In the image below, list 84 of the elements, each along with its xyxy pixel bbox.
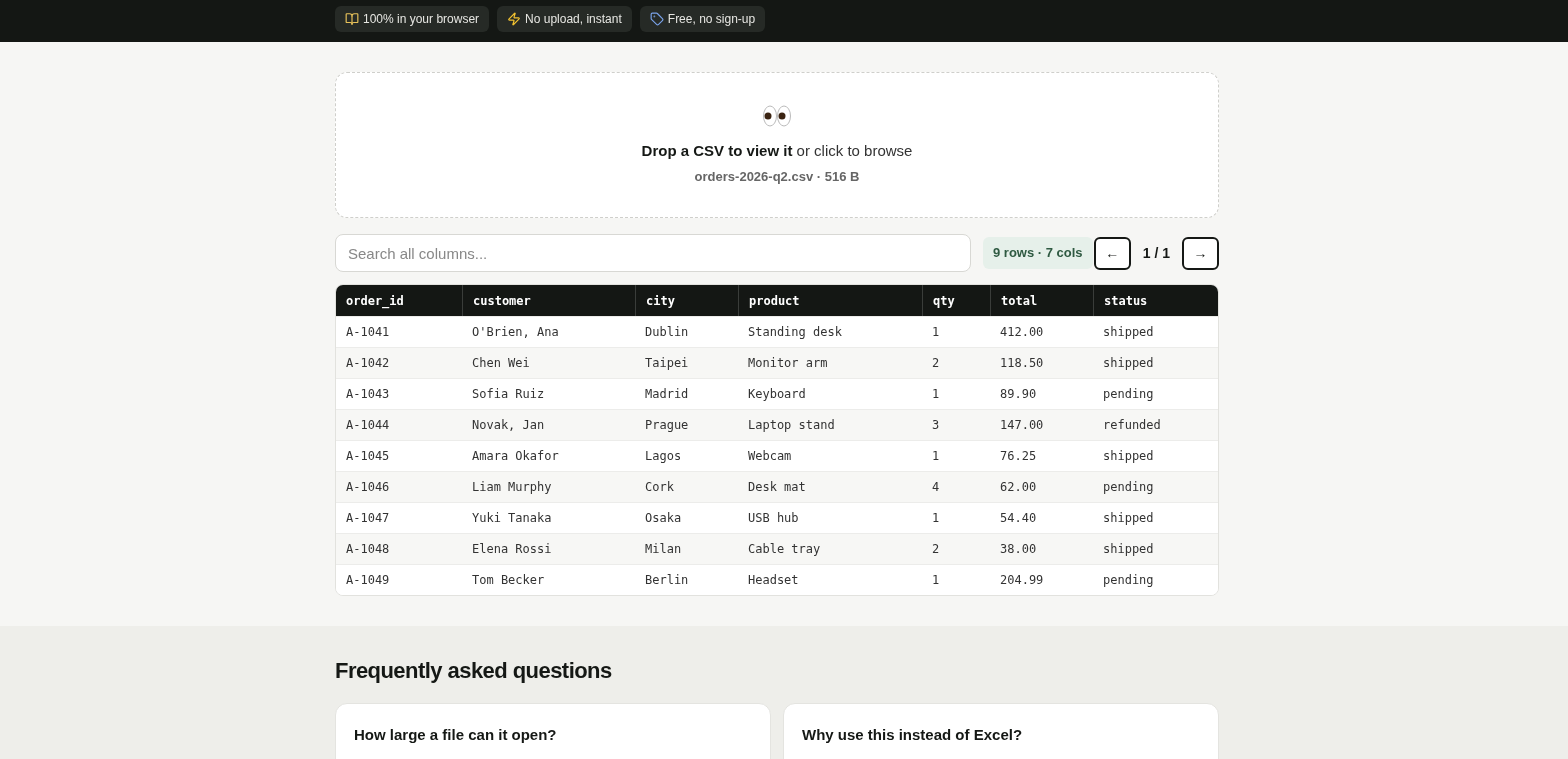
table-cell-text: refunded [1102,417,1162,434]
table-cell-text: A-1049 [345,572,391,589]
table-cell-text: Prague [644,417,690,434]
page-indicator: 1 / 1 [1142,243,1170,263]
table-cell-text: 4 [931,479,941,496]
feature-badge: 100% in your browser [335,6,490,32]
table-cell-text: Madrid [644,386,690,403]
table-cell-text: A-1045 [345,448,391,465]
table-cell-text: shipped [1102,324,1155,341]
table-cell-text: Standing desk [747,324,843,341]
drop-zone[interactable]: Drop a CSV to view it or click to browse orders-2026-q2.csv · 516 B [335,72,1219,218]
table-cell-text: Cable tray [747,541,822,558]
table-cell-text: Chen Wei [471,355,531,372]
column-header[interactable]: order_id [336,285,462,316]
table-cell-text: 54.40 [999,510,1038,527]
table-cell-text: Lagos [644,448,683,465]
table-cell-text: pending [1102,479,1155,496]
table-cell-text: Webcam [747,448,793,465]
table-cell-text: Amara Okafor [471,448,560,465]
table-cell-text: 3 [931,417,941,434]
table-cell-text: 62.00 [999,479,1038,496]
next-page-button[interactable]: → [1182,236,1219,270]
eyes-icon [762,104,792,128]
row-count-badge: 9 rows · 7 cols [983,237,1093,269]
table-cell-text: Milan [644,541,683,558]
table-cell-text: Berlin [644,572,690,589]
book-icon [345,12,359,26]
table-cell-text: shipped [1102,448,1155,465]
table-cell-text: pending [1102,386,1155,403]
table-cell-text: A-1042 [345,355,391,372]
search-field[interactable]: Search all columns... [335,234,971,272]
file-info: orders-2026-q2.csv · 516 B [694,167,860,186]
table-cell-text: Laptop stand [747,417,836,434]
table-cell-text: Liam Murphy [471,479,553,496]
table-cell-text: 2 [931,541,941,558]
table-cell-text: 1 [931,324,941,341]
faq-question: Why use this instead of Excel? [802,725,1024,745]
table-cell-text: shipped [1102,510,1155,527]
table-cell-text: pending [1102,572,1155,589]
table-cell-text: 204.99 [999,572,1045,589]
table-cell-text: Cork [644,479,675,496]
faq-card[interactable]: How large a file can it open? [335,703,771,759]
table-cell-text: 38.00 [999,541,1038,558]
table-cell-text: A-1043 [345,386,391,403]
table-cell-text: 147.00 [999,417,1045,434]
table-cell-text: Tom Becker [471,572,546,589]
table-cell-text: O'Brien, Ana [471,324,560,341]
table-cell-text: 1 [931,386,941,403]
table-cell-text: A-1048 [345,541,391,558]
table-cell-text: 1 [931,572,941,589]
table-cell-text: Sofia Ruiz [471,386,546,403]
table-cell-text: Desk mat [747,479,807,496]
table-cell-text: 2 [931,355,941,372]
table-cell-text: Monitor arm [747,355,829,372]
table-cell-text: Keyboard [747,386,807,403]
faq-question: How large a file can it open? [354,725,558,745]
faq-heading: Frequently asked questions [335,657,613,685]
table-cell-text: 118.50 [999,355,1045,372]
table-cell-text: Yuki Tanaka [471,510,553,527]
feature-badge: Free, no sign-up [639,6,766,32]
previous-page-button[interactable]: ← [1093,236,1131,270]
table-cell-text: shipped [1102,355,1155,372]
table-cell-text: 89.90 [999,386,1038,403]
table-cell-text: Headset [747,572,800,589]
feature-badge: No upload, instant [497,6,632,32]
table-cell-text: Elena Rossi [471,541,553,558]
drop-instructions: Drop a CSV to view it or click to browse [641,141,913,161]
table-cell-text: 1 [931,510,941,527]
table-cell-text: Dublin [644,324,690,341]
table-cell-text: 76.25 [999,448,1038,465]
faq-card[interactable]: Why use this instead of Excel? [783,703,1219,759]
table-cell-text: Osaka [644,510,683,527]
table-cell-text: 1 [931,448,941,465]
table-cell-text: shipped [1102,541,1155,558]
table-cell-text: A-1047 [345,510,391,527]
table-cell-text: USB hub [747,510,800,527]
table-cell-text: A-1044 [345,417,391,434]
table-cell-text: 412.00 [999,324,1045,341]
table-cell-text: Taipei [644,355,690,372]
table-cell-text: A-1041 [345,324,391,341]
table-cell-text: A-1046 [345,479,391,496]
lightning-icon [507,12,522,26]
table-cell-text: Novak, Jan [471,417,546,434]
tag-icon [649,12,664,26]
